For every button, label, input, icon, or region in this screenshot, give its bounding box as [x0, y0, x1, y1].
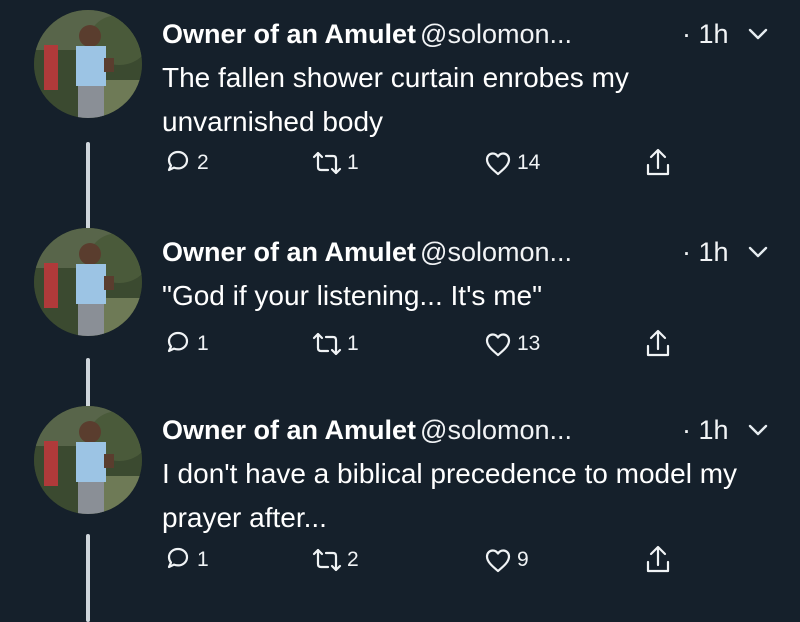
tweet-text: The fallen shower curtain enrobes my unv…: [162, 62, 629, 137]
tweet[interactable]: Owner of an Amulet @solomon... · 1h The f…: [0, 10, 800, 232]
retweet-count: 1: [347, 332, 359, 355]
like-icon: [485, 549, 511, 573]
timestamp[interactable]: · 1h: [682, 410, 729, 450]
display-name[interactable]: Owner of an Amulet: [162, 415, 416, 445]
reply-button[interactable]: 2: [162, 143, 209, 183]
user-handle[interactable]: @solomon...: [420, 19, 572, 49]
thread-connector-line: [86, 142, 90, 232]
display-name[interactable]: Owner of an Amulet: [162, 237, 416, 267]
tweet-header: Owner of an Amulet @solomon... · 1h: [162, 410, 782, 450]
retweet-button[interactable]: 2: [310, 540, 359, 580]
retweet-icon: [312, 548, 342, 572]
share-icon: [646, 329, 670, 357]
like-icon: [485, 152, 511, 176]
reply-count: 1: [197, 548, 209, 571]
like-button[interactable]: 13: [482, 324, 540, 364]
tweet[interactable]: Owner of an Amulet @solomon... · 1h I don…: [0, 406, 800, 622]
retweet-count: 2: [347, 548, 359, 571]
retweet-icon: [312, 332, 342, 356]
tweet-header: Owner of an Amulet @solomon... · 1h: [162, 14, 782, 54]
tweet-actions: 1 2 9: [162, 540, 702, 580]
share-icon: [646, 545, 670, 573]
user-handle[interactable]: @solomon...: [420, 415, 572, 445]
reply-icon: [167, 547, 189, 569]
user-handle[interactable]: @solomon...: [420, 237, 572, 267]
chevron-down-icon[interactable]: [747, 244, 769, 260]
like-icon: [485, 333, 511, 357]
display-name[interactable]: Owner of an Amulet: [162, 19, 416, 49]
chevron-down-icon[interactable]: [747, 26, 769, 42]
thread-connector-line: [86, 534, 90, 622]
retweet-count: 1: [347, 151, 359, 174]
tweet-actions: 1 1 13: [162, 324, 702, 364]
tweet-text: I don't have a biblical precedence to mo…: [162, 458, 738, 533]
share-button[interactable]: [642, 540, 674, 580]
timestamp[interactable]: · 1h: [682, 14, 729, 54]
reply-count: 1: [197, 332, 209, 355]
like-count: 14: [517, 151, 541, 174]
like-button[interactable]: 9: [482, 540, 529, 580]
reply-button[interactable]: 1: [162, 540, 209, 580]
tweet-actions: 2 1 14: [162, 143, 702, 183]
tweet-header: Owner of an Amulet @solomon... · 1h: [162, 232, 782, 272]
like-button[interactable]: 14: [482, 143, 540, 183]
avatar[interactable]: [34, 406, 142, 514]
reply-count: 2: [197, 151, 209, 174]
timestamp[interactable]: · 1h: [682, 232, 729, 272]
share-icon: [646, 148, 670, 176]
share-button[interactable]: [642, 143, 674, 183]
chevron-down-icon[interactable]: [747, 422, 769, 438]
avatar[interactable]: [34, 228, 142, 336]
avatar[interactable]: [34, 10, 142, 118]
retweet-button[interactable]: 1: [310, 324, 359, 364]
tweet[interactable]: Owner of an Amulet @solomon... · 1h "God …: [0, 228, 800, 418]
reply-icon: [167, 331, 189, 353]
reply-icon: [167, 150, 189, 172]
like-count: 9: [517, 548, 529, 571]
tweet-text: "God if your listening... It's me": [162, 280, 543, 311]
retweet-icon: [312, 151, 342, 175]
share-button[interactable]: [642, 324, 674, 364]
tweet-thread: Owner of an Amulet @solomon... · 1h The f…: [0, 0, 800, 622]
like-count: 13: [517, 332, 541, 355]
retweet-button[interactable]: 1: [310, 143, 359, 183]
reply-button[interactable]: 1: [162, 324, 209, 364]
